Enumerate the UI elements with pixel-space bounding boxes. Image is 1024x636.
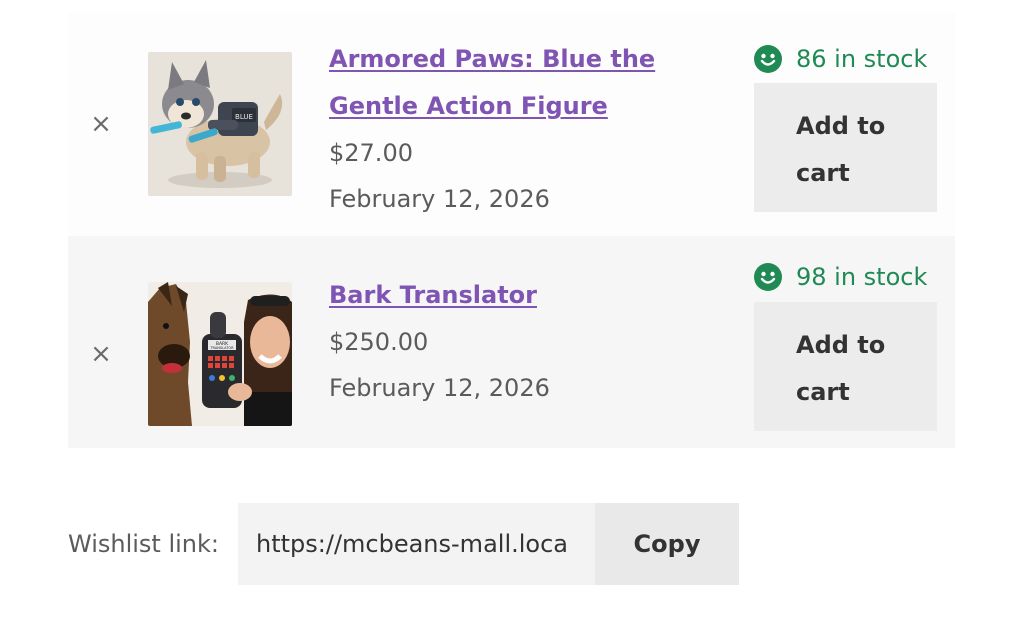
stock-status: 86 in stock (754, 43, 927, 75)
product-price: $27.00 (329, 139, 413, 167)
remove-item-button[interactable]: × (90, 111, 112, 137)
wishlist-share: Wishlist link: Copy (68, 503, 739, 585)
close-icon: × (90, 339, 112, 369)
wishlist-link-input[interactable] (238, 503, 595, 585)
product-price: $250.00 (329, 328, 429, 356)
date-added: February 12, 2026 (329, 374, 550, 402)
add-to-cart-label-line-1: Add to (796, 112, 886, 140)
dog-figure-image: BLUE (148, 52, 292, 196)
product-title-line-2[interactable]: Gentle Action Figure (329, 92, 608, 120)
wishlist-table: × BLUE Armored Paws: Blue the Gentle Act… (68, 12, 955, 448)
wishlist-link-label: Wishlist link: (68, 530, 219, 558)
smile-icon (754, 263, 782, 291)
smile-icon (754, 45, 782, 73)
product-title-line-1[interactable]: Armored Paws: Blue the (329, 45, 655, 73)
stock-text: 86 in stock (796, 45, 928, 73)
product-info: Bark Translator $250.00 February 12, 202… (329, 272, 669, 411)
wishlist-row: × BARK TRANSLATOR Bark Translator $250.0… (68, 236, 955, 448)
product-title-link[interactable]: Bark Translator (329, 272, 669, 319)
copy-button[interactable]: Copy (595, 503, 739, 585)
product-image[interactable]: BARK TRANSLATOR (148, 282, 292, 426)
bark-translator-image: BARK TRANSLATOR (148, 282, 292, 426)
product-image[interactable]: BLUE (148, 52, 292, 196)
close-icon: × (90, 109, 112, 139)
wishlist-row: × BLUE Armored Paws: Blue the Gentle Act… (68, 12, 955, 236)
product-title-line-1[interactable]: Bark Translator (329, 281, 537, 309)
remove-item-button[interactable]: × (90, 341, 112, 367)
add-to-cart-label-line-2: cart (796, 159, 850, 187)
add-to-cart-button[interactable]: Add to cart (754, 302, 937, 431)
add-to-cart-label-line-2: cart (796, 378, 850, 406)
add-to-cart-label-line-1: Add to (796, 331, 886, 359)
product-info: Armored Paws: Blue the Gentle Action Fig… (329, 36, 669, 222)
stock-status: 98 in stock (754, 261, 927, 293)
stock-text: 98 in stock (796, 263, 928, 291)
date-added: February 12, 2026 (329, 185, 550, 213)
svg-text:BLUE: BLUE (235, 113, 253, 121)
add-to-cart-button[interactable]: Add to cart (754, 83, 937, 212)
svg-text:TRANSLATOR: TRANSLATOR (209, 346, 234, 350)
product-title-link[interactable]: Armored Paws: Blue the Gentle Action Fig… (329, 36, 669, 130)
